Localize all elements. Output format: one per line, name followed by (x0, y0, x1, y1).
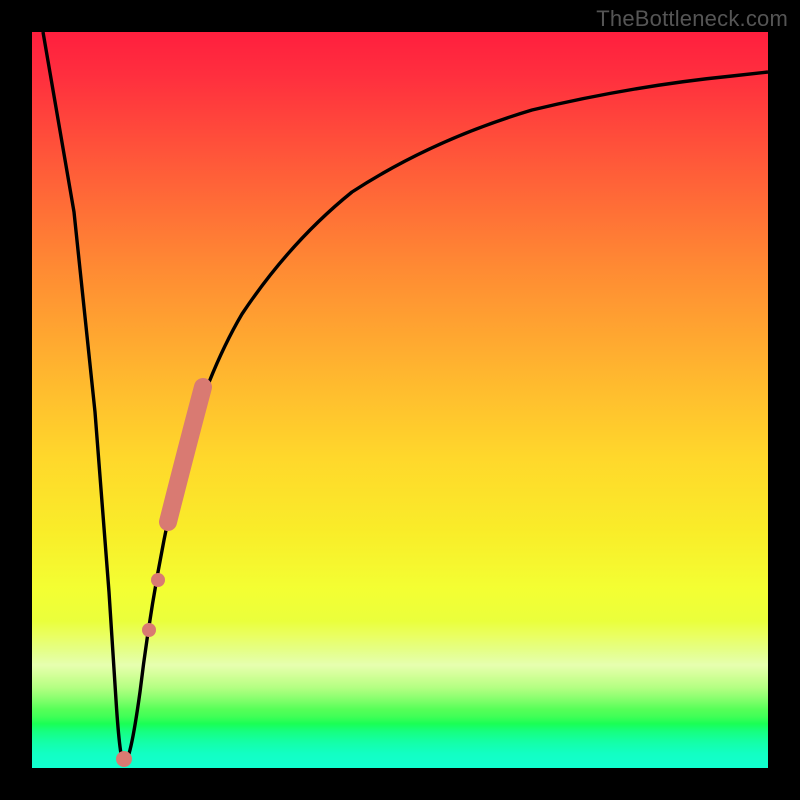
chart-frame: TheBottleneck.com (0, 0, 800, 800)
plot-area (32, 32, 768, 768)
watermark-text: TheBottleneck.com (596, 6, 788, 32)
